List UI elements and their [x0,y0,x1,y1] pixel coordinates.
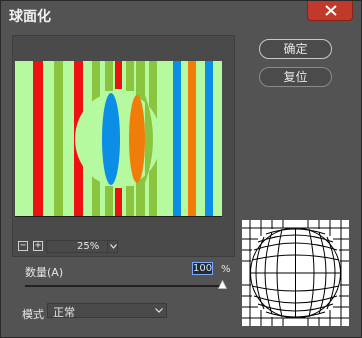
dialog-title: 球面化 [9,9,51,25]
chevron-down-icon [155,308,163,313]
amount-slider-track[interactable] [25,285,225,287]
reset-button[interactable]: 复位 [259,67,332,87]
zoom-level-value: 25% [77,241,100,252]
close-icon [325,5,337,16]
mode-select[interactable]: 正常 [47,303,167,319]
spherize-grid-icon [242,220,349,326]
ok-button[interactable]: 确定 [259,39,332,59]
zoom-out-button[interactable]: − [18,241,28,251]
zoom-in-button[interactable]: + [33,241,43,251]
close-button[interactable] [307,1,353,21]
mode-label: 模式 [22,308,44,321]
zoom-dropdown-toggle[interactable] [107,241,118,252]
preview-spherized-stripes [15,61,222,216]
spherize-dialog: 球面化 − + 25% 确定 复位 数量(A) 100 % 模式 正常 [0,0,362,338]
chevron-down-icon [110,244,117,249]
zoom-level-select[interactable]: 25% [46,240,118,253]
amount-input[interactable]: 100 [192,262,213,275]
title-bar[interactable]: 球面化 [1,1,361,29]
preview-image[interactable] [15,61,222,216]
amount-unit: % [221,264,231,275]
preview-divider [15,216,222,217]
spherize-grid-thumbnail [242,220,349,326]
mode-value: 正常 [53,306,75,319]
triangle-thumb-icon[interactable] [218,280,227,289]
amount-label: 数量(A) [25,266,64,279]
